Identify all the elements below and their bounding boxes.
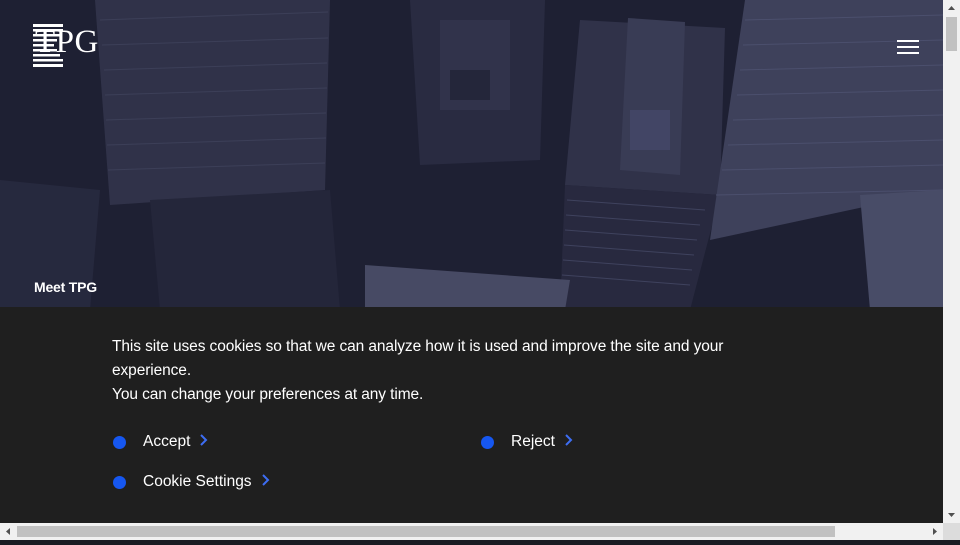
vertical-scroll-thumb[interactable] <box>946 17 957 51</box>
tpg-striped-logo-icon <box>33 24 63 67</box>
tpg-logo[interactable]: TPG <box>33 24 99 67</box>
accept-label: Accept <box>143 433 191 450</box>
cookie-settings-label: Cookie Settings <box>143 473 252 490</box>
cookie-message-line2: You can change your preferences at any t… <box>112 386 424 403</box>
accept-button[interactable]: Accept <box>113 433 208 451</box>
bullet-dot-icon <box>113 475 126 489</box>
cookie-settings-button[interactable]: Cookie Settings <box>113 473 270 491</box>
chevron-right-icon <box>565 433 573 451</box>
scroll-right-arrow-icon[interactable] <box>926 523 943 540</box>
vertical-scrollbar[interactable] <box>943 0 960 523</box>
scroll-up-arrow-icon[interactable] <box>943 0 960 17</box>
hamburger-menu-icon[interactable] <box>897 38 921 56</box>
horizontal-scroll-thumb[interactable] <box>17 526 835 537</box>
scrollbar-corner <box>943 523 960 540</box>
chevron-right-icon <box>261 473 270 491</box>
city-aerial-illustration <box>0 0 943 310</box>
bullet-dot-icon <box>481 435 494 449</box>
reject-label: Reject <box>511 433 555 450</box>
hero-caption[interactable]: Meet TPG <box>34 279 97 295</box>
scroll-down-arrow-icon[interactable] <box>943 506 960 523</box>
reject-button[interactable]: Reject <box>481 433 573 451</box>
page-viewport: TPG Meet TPG This site uses cookies so t… <box>0 0 943 523</box>
chevron-right-icon <box>200 433 208 451</box>
cookie-message-line1: This site uses cookies so that we can an… <box>112 338 724 379</box>
cookie-message: This site uses cookies so that we can an… <box>112 335 772 407</box>
cookie-banner: This site uses cookies so that we can an… <box>0 307 943 523</box>
hero-image: TPG Meet TPG <box>0 0 943 310</box>
scroll-left-arrow-icon[interactable] <box>0 523 17 540</box>
bullet-dot-icon <box>113 435 126 449</box>
